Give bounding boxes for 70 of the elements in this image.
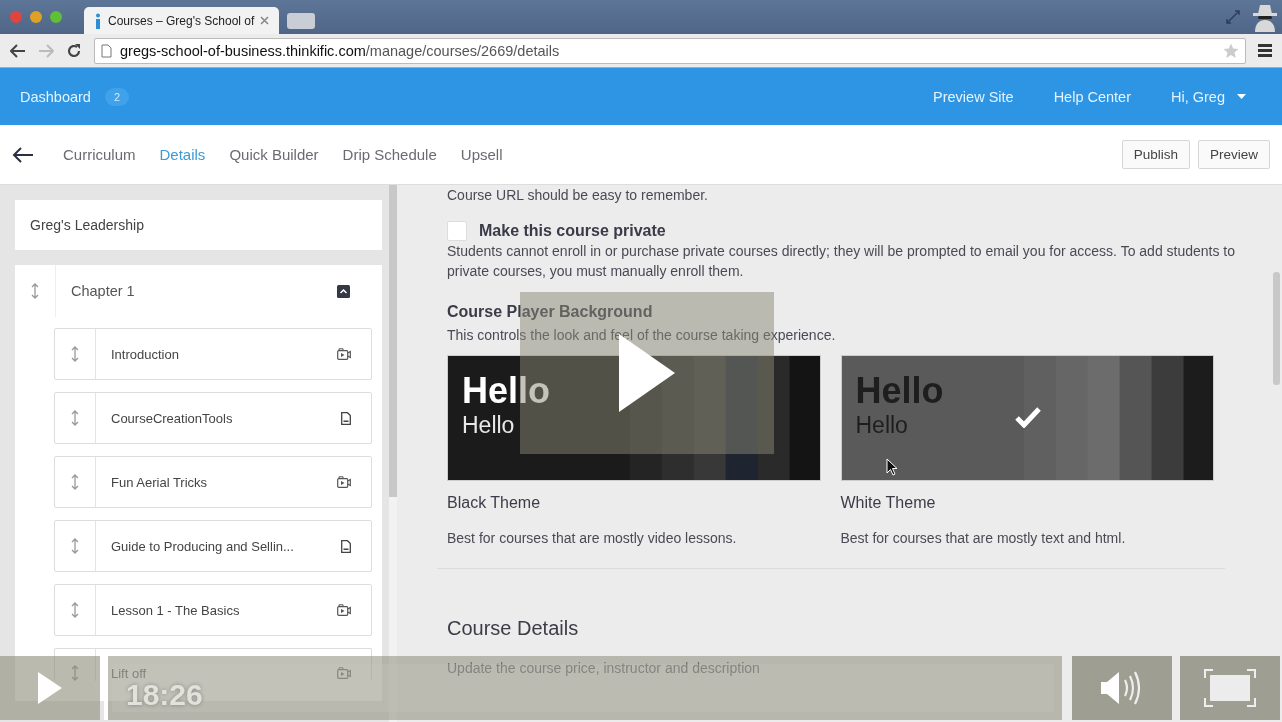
star-icon[interactable] bbox=[1223, 42, 1239, 59]
video-icon bbox=[337, 348, 351, 360]
close-icon[interactable] bbox=[260, 16, 270, 25]
browser-tab[interactable]: Courses – Greg's School of bbox=[84, 7, 280, 34]
scrollbar[interactable] bbox=[389, 185, 397, 497]
fullscreen-icon bbox=[1204, 669, 1256, 707]
section-title: Course Player Background bbox=[447, 303, 654, 321]
preview-subheading: Hello bbox=[462, 412, 515, 439]
section-title: Course Details bbox=[447, 617, 580, 640]
info-icon bbox=[94, 12, 102, 29]
preview-heading: Hello bbox=[855, 370, 944, 412]
course-tab[interactable]: Quick Builder bbox=[229, 146, 319, 163]
drag-handle-icon[interactable] bbox=[71, 538, 79, 554]
menu-icon[interactable] bbox=[1258, 44, 1272, 57]
theme-description: Best for courses that are mostly text and html. bbox=[840, 529, 1127, 548]
video-icon bbox=[337, 476, 351, 488]
address-bar[interactable]: gregs-school-of-business.thinkific.com/manage/courses/2669/details bbox=[94, 37, 1246, 64]
drag-handle-icon[interactable] bbox=[71, 346, 79, 362]
private-checkbox[interactable] bbox=[447, 221, 467, 241]
theme-description: Best for courses that are mostly video lessons. bbox=[447, 529, 738, 548]
lesson-item[interactable]: Lesson 1 - The Basics bbox=[54, 584, 372, 636]
course-tab[interactable]: Drip Schedule bbox=[342, 146, 437, 163]
theme-name: White Theme bbox=[840, 494, 937, 512]
collapse-icon[interactable] bbox=[337, 284, 350, 298]
checkmark-icon bbox=[1014, 406, 1041, 428]
drag-handle-icon[interactable] bbox=[71, 474, 79, 490]
scrollbar[interactable] bbox=[1273, 272, 1280, 385]
chapter-title[interactable]: Chapter 1 bbox=[56, 283, 337, 299]
drag-handle-icon[interactable] bbox=[71, 410, 79, 426]
progress-track[interactable] bbox=[104, 656, 1062, 720]
drag-handle-icon[interactable] bbox=[71, 665, 79, 681]
video-icon bbox=[337, 667, 351, 679]
drag-handle-icon[interactable] bbox=[71, 602, 79, 618]
lesson-item[interactable]: Fun Aerial Tricks bbox=[54, 456, 372, 508]
course-title-card[interactable]: Greg's Leadership bbox=[15, 200, 382, 250]
fullscreen-button[interactable] bbox=[1180, 656, 1280, 720]
theme-name: Black Theme bbox=[447, 494, 542, 512]
notification-badge: 2 bbox=[104, 87, 130, 106]
course-tab[interactable]: Curriculum bbox=[63, 146, 136, 163]
back-arrow-icon[interactable] bbox=[12, 146, 34, 163]
lesson-item[interactable]: CourseCreationTools bbox=[54, 392, 372, 444]
zoom-window-icon[interactable] bbox=[50, 11, 62, 23]
forward-icon[interactable] bbox=[38, 43, 54, 58]
header-button[interactable]: Preview bbox=[1198, 140, 1270, 169]
mouse-pointer-icon bbox=[886, 458, 898, 476]
volume-button[interactable] bbox=[1072, 656, 1172, 720]
document-icon bbox=[341, 411, 351, 425]
help-text: Course URL should be easy to remember. bbox=[447, 186, 709, 205]
document-icon bbox=[341, 539, 351, 553]
fullscreen-icon[interactable] bbox=[1226, 10, 1240, 24]
new-tab-button[interactable] bbox=[287, 13, 316, 29]
lesson-item[interactable]: Guide to Producing and Sellin... bbox=[54, 520, 372, 572]
play-button[interactable] bbox=[0, 656, 100, 720]
lesson-item[interactable]: Introduction bbox=[54, 328, 372, 380]
theme-preview[interactable]: Hello Hello bbox=[447, 355, 821, 481]
header-button[interactable]: Publish bbox=[1121, 140, 1190, 169]
help-text: Students cannot enroll in or purchase private courses directly; they will be prompted to email you for access. To add students to private courses, you must manually enroll them. bbox=[447, 242, 1237, 281]
video-icon bbox=[337, 604, 351, 616]
page-icon bbox=[101, 43, 112, 58]
caret-icon bbox=[1237, 94, 1246, 99]
minimize-window-icon[interactable] bbox=[30, 11, 42, 23]
preview-subheading: Hello bbox=[855, 412, 908, 439]
back-icon[interactable] bbox=[10, 43, 26, 58]
incognito-icon bbox=[1250, 2, 1280, 32]
drag-handle-icon[interactable] bbox=[31, 283, 39, 299]
reload-icon[interactable] bbox=[66, 42, 82, 59]
course-tab[interactable]: Upsell bbox=[460, 146, 503, 163]
course-title: Greg's Leadership bbox=[30, 217, 144, 233]
preview-heading: Hello bbox=[462, 370, 550, 412]
checkbox-label[interactable]: Make this course private bbox=[479, 222, 666, 240]
